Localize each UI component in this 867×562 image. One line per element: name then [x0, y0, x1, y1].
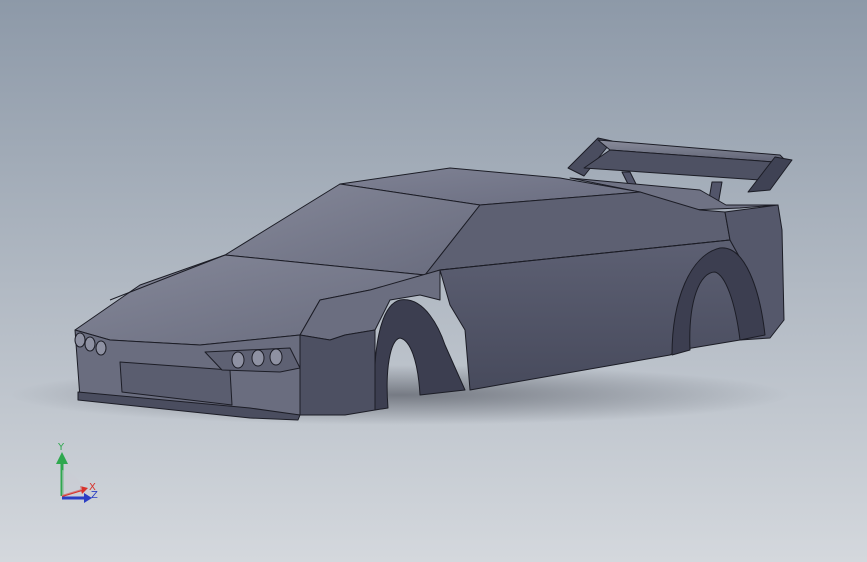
x-axis-label: X [89, 482, 96, 493]
headlight-left-1 [74, 332, 86, 348]
front-lower-side [299, 329, 376, 416]
y-axis-arrow [56, 452, 68, 464]
coordinate-triad: Y Z X [56, 442, 98, 503]
headlight-right-3 [269, 348, 283, 366]
graphics-viewport[interactable]: Y Z X [0, 0, 867, 562]
model-view[interactable] [0, 0, 867, 562]
headlight-right-1 [231, 351, 245, 369]
triad-plane-shade [62, 470, 82, 496]
headlight-right-2 [251, 349, 265, 367]
headlight-left-3 [95, 340, 107, 356]
headlight-left-2 [84, 336, 96, 352]
y-axis-label: Y [57, 442, 65, 453]
